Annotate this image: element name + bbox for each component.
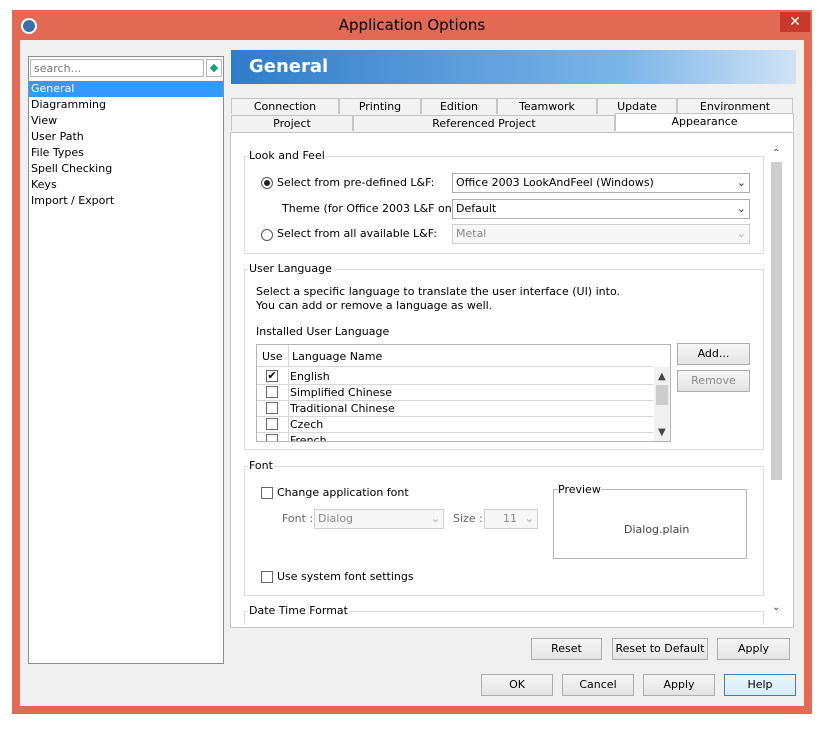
predefined-lf-select[interactable]: Office 2003 LookAndFeel (Windows) ⌄: [452, 173, 750, 193]
chevron-down-icon: ⌄: [736, 176, 746, 189]
preview-label: Preview: [558, 483, 601, 496]
font-select[interactable]: Dialog ⌄: [314, 509, 444, 529]
language-name: Simplified Chinese: [288, 385, 653, 400]
theme-value: Default: [456, 202, 497, 215]
tab-referenced-project[interactable]: Referenced Project: [353, 115, 615, 131]
theme-select[interactable]: Default ⌄: [452, 199, 750, 219]
table-scrollbar[interactable]: ▲ ▼: [654, 367, 670, 441]
language-table: Use Language Name ✔ English Simplified C…: [256, 344, 671, 442]
all-lf-label: Select from all available L&F:: [277, 227, 437, 240]
use-checkbox[interactable]: [266, 402, 278, 414]
all-lf-select[interactable]: Metal ⌄: [452, 224, 750, 244]
tab-environment[interactable]: Environment: [677, 98, 793, 114]
column-header-language-name[interactable]: Language Name: [292, 350, 382, 363]
reset-to-default-button[interactable]: Reset to Default: [612, 638, 708, 660]
user-language-label: User Language: [248, 262, 333, 275]
use-checkbox[interactable]: ✔: [266, 370, 278, 382]
table-row[interactable]: ✔ English: [257, 369, 653, 385]
search-input[interactable]: [30, 59, 204, 77]
sidebar-item-view[interactable]: View: [29, 113, 223, 129]
language-name: Traditional Chinese: [288, 401, 653, 416]
scroll-down-icon[interactable]: ⌄: [772, 602, 780, 613]
tab-connection[interactable]: Connection: [231, 98, 339, 114]
ok-button[interactable]: OK: [481, 674, 553, 696]
preview-text: Dialog.plain: [624, 523, 690, 536]
table-row[interactable]: French: [257, 433, 653, 441]
chevron-down-icon: ⌄: [430, 512, 440, 525]
sidebar-item-general[interactable]: General: [29, 81, 223, 97]
scroll-thumb[interactable]: [771, 162, 782, 480]
all-lf-radio[interactable]: [261, 229, 273, 241]
scroll-down-icon[interactable]: ▼: [658, 427, 666, 438]
cancel-button[interactable]: Cancel: [562, 674, 634, 696]
window-title: Application Options: [338, 16, 486, 34]
sidebar-item-user-path[interactable]: User Path: [29, 129, 223, 145]
scroll-up-icon[interactable]: ⌃: [772, 148, 780, 159]
diamond-icon: ◆: [209, 61, 219, 74]
sidebar-item-import-export[interactable]: Import / Export: [29, 193, 223, 209]
sidebar-nav: General Diagramming View User Path File …: [29, 81, 223, 209]
tab-appearance[interactable]: Appearance: [615, 113, 794, 131]
language-name: French: [288, 433, 653, 441]
search-button[interactable]: ◆: [206, 59, 222, 77]
predefined-lf-label: Select from pre-defined L&F:: [277, 176, 435, 189]
sidebar-item-spell-checking[interactable]: Spell Checking: [29, 161, 223, 177]
size-select[interactable]: 11 ⌄: [484, 509, 538, 529]
tab-teamwork[interactable]: Teamwork: [497, 98, 597, 114]
look-and-feel-label: Look and Feel: [248, 149, 326, 162]
predefined-lf-radio[interactable]: [261, 177, 273, 189]
all-lf-value: Metal: [456, 227, 487, 240]
panel-apply-button[interactable]: Apply: [717, 638, 790, 660]
help-button[interactable]: Help: [724, 674, 796, 696]
date-time-label: Date Time Format: [248, 604, 349, 617]
use-checkbox[interactable]: [266, 434, 278, 441]
close-icon: ✕: [789, 14, 801, 30]
tab-printing[interactable]: Printing: [339, 98, 421, 114]
scroll-thumb[interactable]: [656, 385, 668, 405]
sidebar-item-file-types[interactable]: File Types: [29, 145, 223, 161]
system-font-checkbox[interactable]: [261, 571, 273, 583]
change-font-label: Change application font: [277, 486, 409, 499]
chevron-down-icon: ⌄: [736, 202, 746, 215]
sidebar-item-keys[interactable]: Keys: [29, 177, 223, 193]
font-value: Dialog: [318, 512, 354, 525]
column-header-use[interactable]: Use: [262, 350, 283, 363]
add-language-button[interactable]: Add...: [677, 343, 750, 365]
tab-update[interactable]: Update: [597, 98, 677, 114]
installed-language-label: Installed User Language: [256, 325, 390, 338]
table-row[interactable]: Czech: [257, 417, 653, 433]
panel-scrollbar[interactable]: ⌃ ⌄: [768, 146, 784, 620]
chevron-down-icon: ⌄: [524, 512, 534, 525]
chevron-down-icon: ⌄: [736, 227, 746, 240]
table-row[interactable]: Simplified Chinese: [257, 385, 653, 401]
change-font-checkbox[interactable]: [261, 487, 273, 499]
scroll-up-icon[interactable]: ▲: [658, 371, 666, 382]
tab-edition[interactable]: Edition: [421, 98, 497, 114]
table-row[interactable]: Traditional Chinese: [257, 401, 653, 417]
size-value: 11: [503, 512, 517, 525]
page-title: General: [249, 56, 329, 77]
use-checkbox[interactable]: [266, 418, 278, 430]
system-font-label: Use system font settings: [277, 570, 414, 583]
table-header: Use Language Name: [257, 345, 653, 367]
reset-button[interactable]: Reset: [531, 638, 602, 660]
size-label: Size :: [453, 512, 483, 525]
theme-label: Theme (for Office 2003 L&F only) :: [282, 202, 473, 215]
language-name: English: [288, 369, 653, 384]
remove-language-button[interactable]: Remove: [677, 370, 750, 392]
font-label: Font :: [282, 512, 314, 525]
language-description-line1: Select a specific language to translate …: [256, 285, 620, 298]
tab-project[interactable]: Project: [231, 115, 353, 131]
font-group-label: Font: [248, 459, 274, 472]
close-button[interactable]: ✕: [780, 12, 810, 32]
predefined-lf-value: Office 2003 LookAndFeel (Windows): [456, 176, 654, 189]
language-description-line2: You can add or remove a language as well…: [256, 299, 493, 312]
dialog-apply-button[interactable]: Apply: [643, 674, 715, 696]
use-checkbox[interactable]: [266, 386, 278, 398]
sidebar-item-diagramming[interactable]: Diagramming: [29, 97, 223, 113]
language-name: Czech: [288, 417, 653, 432]
